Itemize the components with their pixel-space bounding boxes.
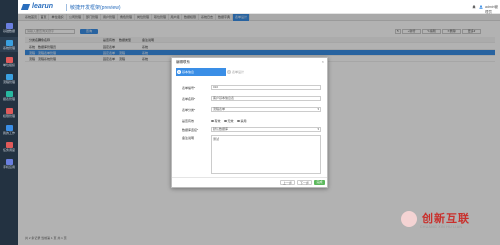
- dialog-title: 编辑联系: [176, 60, 190, 64]
- wizard-steps: 1 基本信息 2 表单设计: [176, 68, 325, 76]
- dialog-footer: 上一步 下一步 完成: [172, 177, 327, 187]
- nav-item[interactable]: 报表管理: [0, 88, 18, 103]
- bell-icon[interactable]: [472, 5, 476, 9]
- radio-disabled[interactable]: 无效: [224, 119, 234, 123]
- next-button[interactable]: 下一步: [297, 180, 312, 185]
- edit-form-dialog: 编辑联系 × 1 基本信息 2 表单设计 表单编号* 010 表单名称* 客户基…: [171, 57, 328, 188]
- step-basic-info[interactable]: 1 基本信息: [176, 68, 226, 76]
- watermark: 创新互联 CHUANG XIN HU LIAN: [400, 210, 500, 236]
- form-name-field[interactable]: 客户基本信息表: [211, 96, 321, 101]
- step-form-design[interactable]: 2 表单设计: [226, 68, 266, 76]
- watermark-subtext: CHUANG XIN HU LIAN: [420, 225, 463, 229]
- watermark-text: 创新互联: [422, 213, 470, 225]
- radio-icon: [224, 119, 227, 123]
- nav-item-label: 系统管理: [2, 45, 15, 50]
- step-label: 表单设计: [232, 70, 245, 74]
- radio-enabled[interactable]: 有效: [211, 119, 221, 123]
- radio-label: 禁用: [240, 119, 247, 123]
- form-category-select[interactable]: 流程表单 ▾: [211, 107, 321, 112]
- form-code-field[interactable]: 010: [211, 85, 321, 90]
- radio-icon: [211, 119, 214, 123]
- form-name-label: 表单名称*: [182, 97, 196, 101]
- nav-item-icon: [5, 73, 13, 80]
- form-db-select[interactable]: 默认数据库 ▾: [211, 127, 321, 132]
- nav-item-label: 权限管理: [2, 113, 15, 118]
- nav-item-label: 流程管理: [2, 79, 15, 84]
- nav-item[interactable]: 任务调度: [0, 139, 18, 154]
- nav-item-label: 报表管理: [2, 96, 15, 101]
- close-icon[interactable]: ×: [322, 59, 324, 64]
- nav-item-icon: [5, 56, 13, 63]
- nav-item-label: 我的工作: [2, 130, 15, 135]
- nav-item-icon: [5, 90, 13, 97]
- top-header: learun 敏捷开发框架(preview) admin管理员: [18, 0, 500, 14]
- form-code-label: 表单编号*: [182, 86, 196, 90]
- form-db-value: 默认数据库: [213, 127, 229, 131]
- form-category-label: 表单分类*: [182, 108, 196, 112]
- form-remark-label: 备注说明: [182, 136, 195, 140]
- nav-item-icon: [5, 158, 13, 165]
- step-label: 基本信息: [182, 70, 195, 74]
- nav-item-icon: [5, 107, 13, 114]
- radio-label: 无效: [227, 119, 234, 123]
- nav-item[interactable]: 基础数据: [0, 20, 18, 35]
- nav-item-label: 任务调度: [2, 147, 15, 152]
- nav-item[interactable]: 系统管理: [0, 37, 18, 52]
- user-icon[interactable]: [479, 5, 483, 9]
- chevron-down-icon: ▾: [317, 127, 319, 131]
- finish-button[interactable]: 完成: [314, 180, 325, 185]
- step-number: 1: [177, 70, 181, 74]
- radio-label: 有效: [214, 119, 221, 123]
- step-number: 2: [227, 70, 231, 74]
- nav-item[interactable]: 单位组织: [0, 54, 18, 69]
- nav-item-icon: [5, 124, 13, 131]
- form-db-label: 数据库连接*: [182, 128, 199, 132]
- nav-item-icon: [5, 22, 13, 29]
- watermark-logo-icon: [401, 211, 417, 227]
- radio-icon: [237, 119, 240, 123]
- logo-icon: [20, 4, 31, 10]
- nav-item-icon: [5, 39, 13, 46]
- nav-item-label: 单位组织: [2, 62, 15, 67]
- radio-forbidden[interactable]: 禁用: [237, 119, 247, 123]
- nav-item[interactable]: 手机应用: [0, 156, 18, 171]
- nav-item[interactable]: 权限管理: [0, 105, 18, 120]
- logo-subtitle: 敏捷开发框架(preview): [66, 4, 121, 11]
- nav-item-label: 手机应用: [2, 164, 15, 169]
- nav-item[interactable]: 我的工作: [0, 122, 18, 137]
- left-nav: 基础数据系统管理单位组织流程管理报表管理权限管理我的工作任务调度手机应用: [0, 0, 18, 245]
- form-category-value: 流程表单: [213, 107, 226, 111]
- prev-button[interactable]: 上一步: [280, 180, 295, 185]
- nav-item-icon: [5, 141, 13, 148]
- form-enabled-label: 是否有效: [182, 119, 195, 123]
- nav-item[interactable]: 流程管理: [0, 71, 18, 86]
- nav-item-label: 基础数据: [2, 28, 15, 33]
- form-remark-textarea[interactable]: 测试: [211, 135, 321, 174]
- logo-text: learun: [32, 3, 54, 10]
- chevron-down-icon: ▾: [317, 107, 319, 111]
